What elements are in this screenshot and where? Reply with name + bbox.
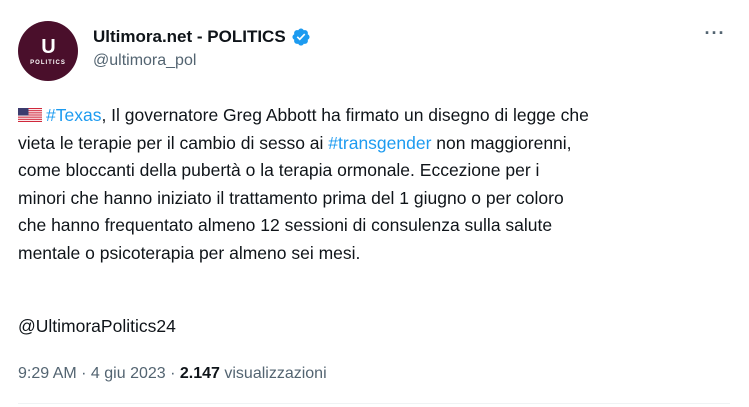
avatar-logo-mark: U bbox=[41, 35, 55, 58]
tweet-time[interactable]: 9:29 AM bbox=[18, 365, 77, 382]
divider bbox=[18, 403, 730, 404]
meta-separator-2: · bbox=[165, 365, 180, 382]
views-count[interactable]: 2.147 bbox=[180, 365, 220, 382]
us-flag-icon bbox=[18, 108, 42, 122]
avatar[interactable]: U POLITICS bbox=[18, 21, 78, 81]
tweet-line-1: #Texas, Il governatore Greg Abbott ha fi… bbox=[18, 102, 730, 130]
hashtag-texas[interactable]: #Texas bbox=[46, 105, 101, 125]
avatar-logo-text: POLITICS bbox=[30, 59, 66, 66]
more-options-button[interactable]: ··· bbox=[702, 24, 728, 46]
hashtag-transgender[interactable]: #transgender bbox=[328, 133, 431, 153]
tweet-meta: 9:29 AM · 4 giu 2023 · 2.147 visualizzaz… bbox=[18, 365, 327, 383]
tweet-card: U POLITICS Ultimora.net - POLITICS @ulti… bbox=[0, 0, 749, 407]
tweet-line-3: come bloccanti della pubertà o la terapi… bbox=[18, 160, 540, 180]
tweet-date[interactable]: 4 giu 2023 bbox=[91, 365, 166, 382]
tweet-line-5: che hanno frequentato almeno 12 sessioni… bbox=[18, 215, 553, 235]
tweet-line-2: vieta le terapie per il cambio di sesso … bbox=[18, 130, 730, 158]
verified-badge-icon bbox=[292, 28, 310, 46]
author-name-row[interactable]: Ultimora.net - POLITICS bbox=[93, 27, 311, 47]
tweet-line-2-pre: vieta le terapie per il cambio di sesso … bbox=[18, 132, 329, 153]
views-label: visualizzazioni bbox=[219, 365, 327, 382]
author-handle[interactable]: @ultimora_pol bbox=[93, 52, 196, 70]
author-display-name[interactable]: Ultimora.net - POLITICS bbox=[93, 27, 286, 47]
tweet-line-4: minori che hanno iniziato il trattamento… bbox=[18, 187, 564, 208]
tweet-text: #Texas, Il governatore Greg Abbott ha fi… bbox=[18, 102, 730, 267]
tweet-signature: @UltimoraPolitics24 bbox=[18, 316, 176, 336]
tweet-line-6: mentale o psicoterapia per almeno sei me… bbox=[18, 242, 361, 263]
tweet-line-1-text: , Il governatore Greg Abbott ha firmato … bbox=[101, 105, 589, 125]
tweet-line-2-post: non maggiorenni, bbox=[431, 132, 572, 153]
meta-separator: · bbox=[76, 365, 91, 382]
